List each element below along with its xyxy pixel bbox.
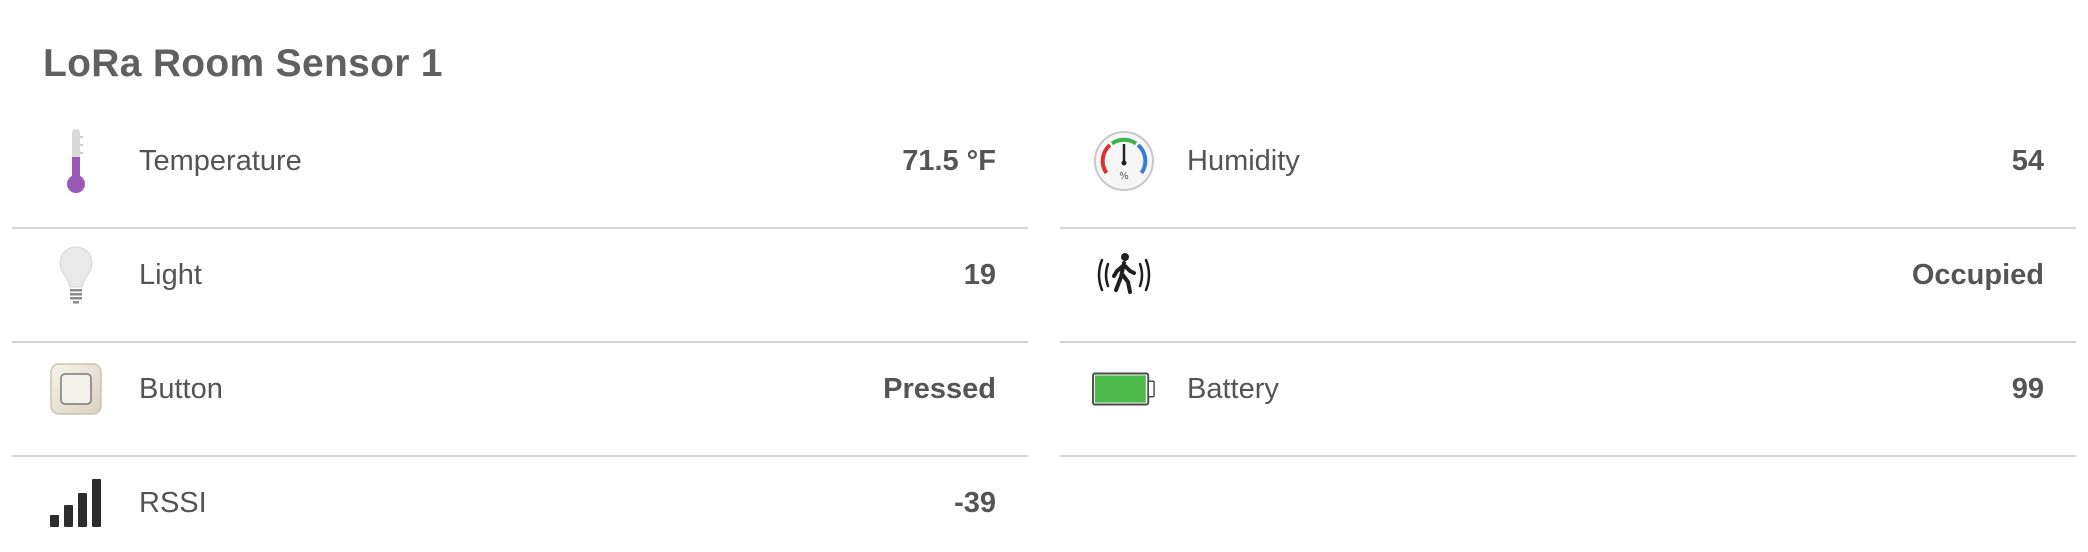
battery-label: Battery xyxy=(1187,373,1279,405)
push-button-icon xyxy=(44,355,108,423)
humidity-value: 54 xyxy=(2011,145,2044,177)
left-column: Temperature 71.5 °F Light 19 Button Pres… xyxy=(12,115,1028,552)
temperature-row[interactable]: Temperature 71.5 °F xyxy=(12,115,1028,229)
battery-icon xyxy=(1092,355,1156,423)
rssi-value: -39 xyxy=(954,487,996,519)
signal-bars-icon xyxy=(44,469,108,537)
light-label: Light xyxy=(139,259,202,291)
button-label: Button xyxy=(139,373,223,405)
temperature-label: Temperature xyxy=(139,145,302,177)
light-row[interactable]: Light 19 xyxy=(12,229,1028,343)
hygrometer-gauge-icon: % xyxy=(1092,127,1156,195)
motion-value: Occupied xyxy=(1911,259,2044,291)
thermometer-icon xyxy=(44,127,108,195)
button-value: Pressed xyxy=(883,373,996,405)
humidity-label: Humidity xyxy=(1187,145,1300,177)
motion-row[interactable]: Occupied xyxy=(1060,229,2076,343)
lightbulb-icon xyxy=(44,241,108,309)
battery-value: 99 xyxy=(2011,373,2044,405)
svg-text:%: % xyxy=(1119,171,1129,182)
right-column: % Humidity 54 Occupied Battery 99 xyxy=(1060,115,2076,457)
humidity-row[interactable]: % Humidity 54 xyxy=(1060,115,2076,229)
motion-walker-icon xyxy=(1092,241,1156,309)
battery-row[interactable]: Battery 99 xyxy=(1060,343,2076,457)
light-value: 19 xyxy=(963,259,996,291)
rssi-label: RSSI xyxy=(139,487,207,519)
rssi-row[interactable]: RSSI -39 xyxy=(12,457,1028,552)
temperature-value: 71.5 °F xyxy=(902,145,996,177)
page-title: LoRa Room Sensor 1 xyxy=(43,42,443,85)
button-row[interactable]: Button Pressed xyxy=(12,343,1028,457)
